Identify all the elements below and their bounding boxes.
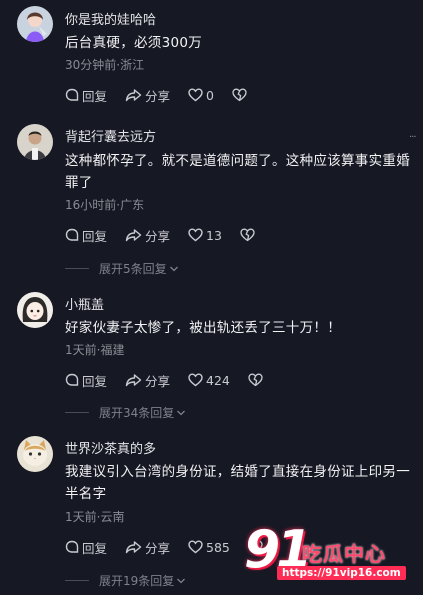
watermark-logo: 91 吃瓜中心 https://91vip16.com [244, 520, 406, 588]
like-count: 424 [206, 372, 230, 388]
reply-label: 回复 [82, 373, 108, 389]
comment-username[interactable]: 小瓶盖 [65, 294, 104, 313]
comment-text: 后台真硬，必须300万 [65, 35, 203, 51]
share-button[interactable]: 分享 [125, 86, 170, 105]
divider [65, 268, 89, 269]
chevron-down-icon [169, 266, 178, 271]
share-label: 分享 [145, 373, 171, 389]
heart-icon [188, 228, 203, 242]
share-label: 分享 [145, 228, 171, 244]
expand-replies-label: 展开19条回复 [99, 574, 175, 588]
share-label: 分享 [145, 540, 171, 556]
reply-button[interactable]: 回复 [65, 371, 107, 390]
comment-username[interactable]: 世界沙茶真的多 [65, 438, 156, 457]
share-icon [125, 229, 142, 242]
divider [65, 412, 89, 413]
dislike-button[interactable] [240, 228, 258, 242]
reply-label: 回复 [82, 540, 108, 556]
comment-text: 这种都怀孕了。就不是道德问题了。这种应该算事实重婚罪了 [65, 153, 410, 191]
comment-actions: 回复 分享 424 [65, 371, 266, 389]
watermark-title: 吃瓜中心 [302, 542, 386, 566]
expand-replies-label: 展开5条回复 [99, 262, 167, 276]
avatar[interactable] [17, 6, 53, 42]
avatar[interactable] [17, 124, 53, 160]
dislike-button[interactable] [232, 88, 250, 102]
share-button[interactable]: 分享 [125, 538, 170, 557]
like-button[interactable]: 0 [188, 88, 214, 103]
like-button[interactable]: 424 [188, 373, 230, 388]
avatar[interactable] [17, 292, 53, 328]
expand-replies-label: 展开34条回复 [99, 406, 175, 420]
expand-replies-button[interactable]: 展开5条回复 [65, 260, 179, 277]
comment-actions: 回复 分享 0 [65, 86, 250, 104]
broken-heart-icon [232, 88, 247, 102]
broken-heart-icon [248, 373, 263, 387]
comment-meta: 1天前·云南 [65, 510, 125, 524]
reply-button[interactable]: 回复 [65, 538, 107, 557]
share-icon [125, 89, 142, 102]
heart-icon [188, 373, 203, 387]
chevron-down-icon [177, 410, 186, 415]
avatar-man-photo-icon [17, 124, 53, 160]
avatar-girl-anime-icon [17, 6, 53, 42]
more-options-icon[interactable]: ··· [409, 132, 416, 143]
like-count: 13 [206, 227, 222, 243]
share-label: 分享 [145, 88, 171, 104]
watermark-url: https://91vip16.com [277, 566, 406, 580]
comment-text: 好家伙妻子太惨了，被出轨还丢了三十万！！ [65, 320, 341, 336]
comment-username[interactable]: 你是我的娃哈哈 [65, 9, 156, 28]
heart-icon [188, 88, 203, 102]
reply-icon [65, 540, 79, 553]
heart-icon [188, 540, 203, 554]
reply-label: 回复 [82, 228, 108, 244]
avatar-girl-cartoon-icon [17, 292, 53, 328]
chevron-down-icon [177, 578, 186, 583]
share-icon [125, 541, 142, 554]
avatar-cat-icon [17, 436, 53, 472]
reply-icon [65, 373, 79, 386]
comment-text: 我建议引入台湾的身份证，结婚了直接在身份证上印另一半名字 [65, 464, 410, 502]
comment-username[interactable]: 背起行囊去远方 [65, 126, 156, 145]
avatar[interactable] [17, 436, 53, 472]
reply-icon [65, 228, 79, 241]
comment-actions: 回复 分享 585 [65, 538, 266, 556]
like-count: 585 [206, 539, 230, 555]
broken-heart-icon [240, 228, 255, 242]
expand-replies-button[interactable]: 展开19条回复 [65, 572, 186, 589]
reply-label: 回复 [82, 88, 108, 104]
share-icon [125, 374, 142, 387]
reply-button[interactable]: 回复 [65, 226, 107, 245]
comment-meta: 30分钟前·浙江 [65, 58, 145, 72]
comment-meta: 16小时前·广东 [65, 198, 145, 212]
dislike-button[interactable] [248, 373, 266, 387]
expand-replies-button[interactable]: 展开34条回复 [65, 404, 186, 421]
like-count: 0 [206, 87, 214, 103]
like-button[interactable]: 585 [188, 540, 230, 555]
comment-meta: 1天前·福建 [65, 343, 125, 357]
reply-icon [65, 88, 79, 101]
reply-button[interactable]: 回复 [65, 86, 107, 105]
share-button[interactable]: 分享 [125, 371, 170, 390]
divider [65, 580, 89, 581]
share-button[interactable]: 分享 [125, 226, 170, 245]
comment-actions: 回复 分享 13 [65, 226, 258, 244]
like-button[interactable]: 13 [188, 228, 222, 243]
